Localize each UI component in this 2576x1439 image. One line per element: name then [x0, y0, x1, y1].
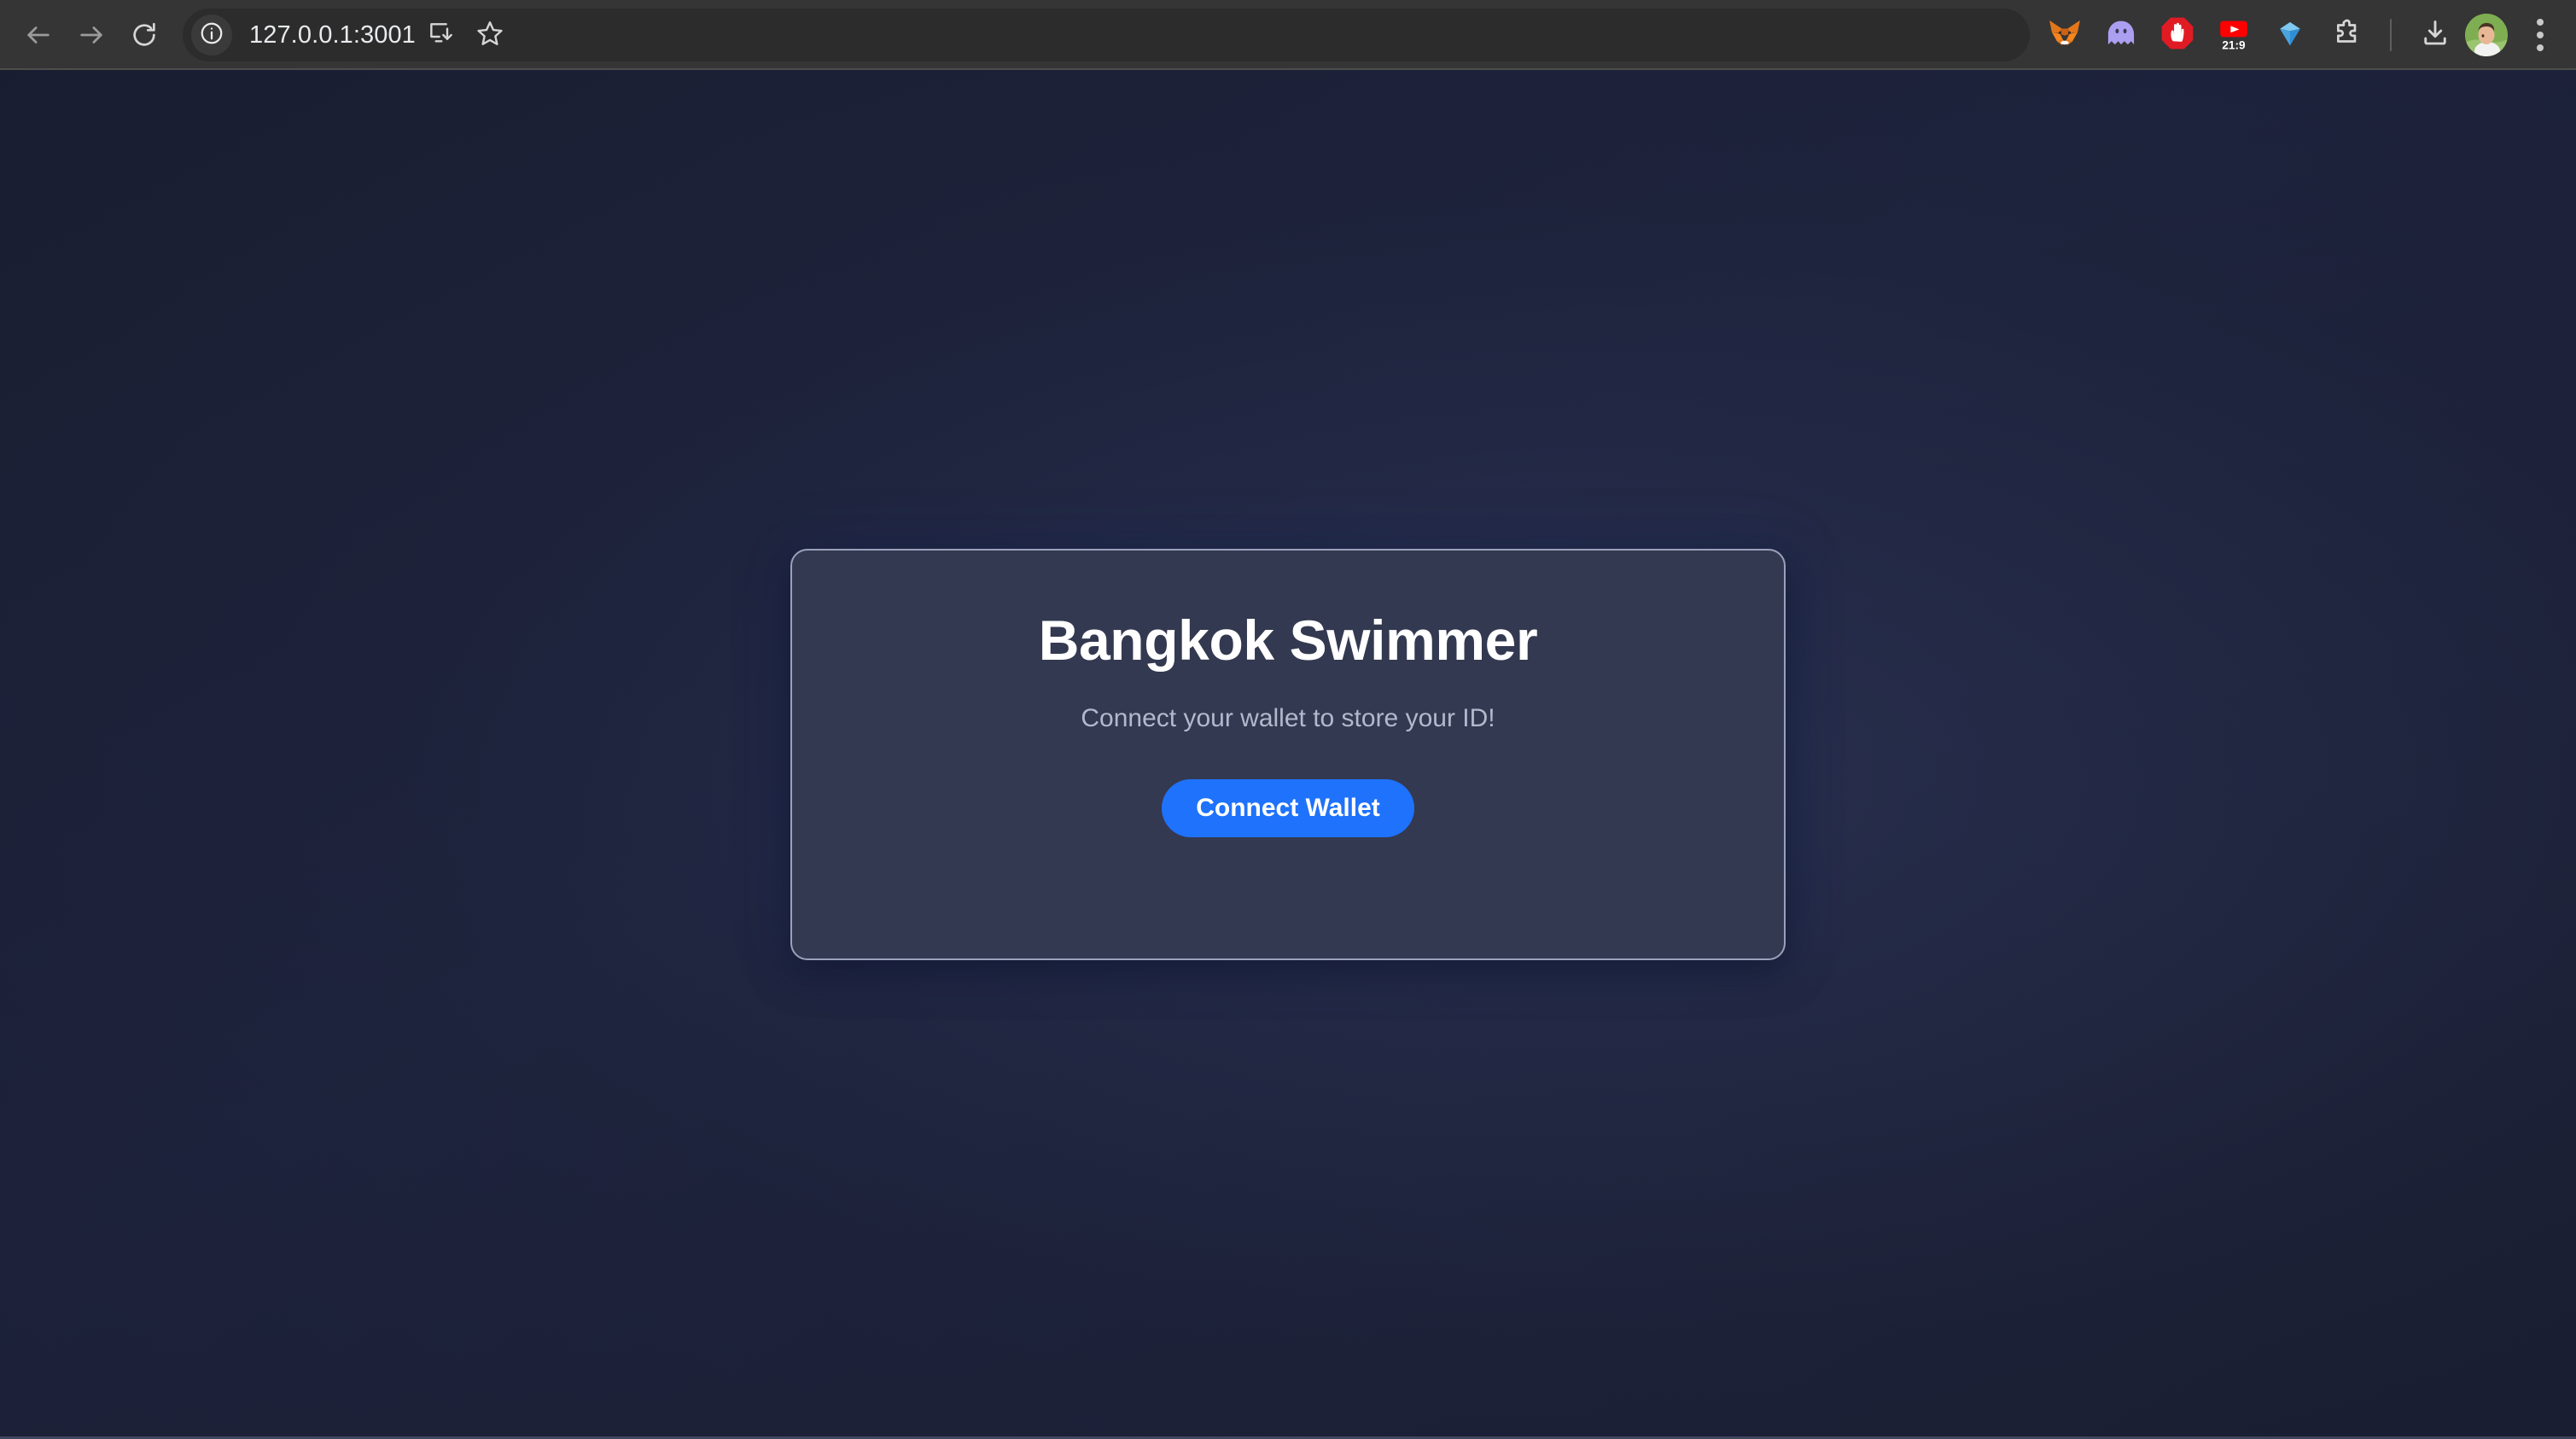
ublock-stop-hand-icon: [2159, 15, 2195, 55]
metamask-extension-button[interactable]: [2038, 9, 2091, 61]
puzzle-piece-icon: [2330, 17, 2363, 54]
reload-button[interactable]: [118, 9, 171, 61]
forward-button[interactable]: [65, 9, 118, 61]
install-app-button[interactable]: [416, 10, 465, 60]
downloads-button[interactable]: [2409, 9, 2462, 61]
browser-toolbar: 127.0.0.1:3001 21:9: [0, 0, 2576, 70]
svg-text:21:9: 21:9: [2222, 38, 2246, 51]
avatar: [2465, 14, 2508, 56]
star-outline-icon: [475, 19, 504, 52]
extensions-menu-button[interactable]: [2320, 9, 2373, 61]
reload-icon: [130, 20, 159, 50]
blue-diamond-icon: [2272, 15, 2308, 55]
install-app-icon: [427, 20, 454, 51]
page-title: Bangkok Swimmer: [1038, 609, 1538, 672]
address-bar-url[interactable]: 127.0.0.1:3001: [249, 21, 416, 50]
page-viewport: Bangkok Swimmer Connect your wallet to s…: [0, 70, 2576, 1439]
extensions-tray: 21:9: [2038, 9, 2564, 61]
profile-avatar-button[interactable]: [2465, 14, 2508, 56]
connect-wallet-button[interactable]: Connect Wallet: [1162, 779, 1414, 837]
kebab-menu-icon: [2537, 19, 2544, 26]
address-bar[interactable]: 127.0.0.1:3001: [183, 9, 2030, 61]
metamask-fox-icon: [2046, 15, 2084, 56]
back-button[interactable]: [12, 9, 65, 61]
info-circle-icon: [199, 20, 224, 50]
arrow-right-icon: [77, 20, 106, 50]
download-tray-icon: [2420, 18, 2451, 53]
arrow-left-icon: [24, 20, 53, 50]
bookmark-button[interactable]: [465, 10, 515, 60]
youtube-aspect-ratio-extension-button[interactable]: 21:9: [2207, 9, 2260, 61]
chrome-menu-button[interactable]: [2516, 9, 2564, 61]
phantom-ghost-icon: [2103, 15, 2139, 55]
diamond-extension-button[interactable]: [2264, 9, 2317, 61]
phantom-extension-button[interactable]: [2095, 9, 2148, 61]
youtube-play-icon: 21:9: [2214, 14, 2253, 57]
kebab-menu-icon: [2537, 32, 2544, 38]
ublock-origin-extension-button[interactable]: [2151, 9, 2204, 61]
card-subtitle: Connect your wallet to store your ID!: [1081, 704, 1495, 732]
connect-wallet-card: Bangkok Swimmer Connect your wallet to s…: [790, 549, 1786, 960]
site-info-button[interactable]: [191, 15, 232, 55]
kebab-menu-icon: [2537, 44, 2544, 51]
toolbar-divider: [2390, 19, 2392, 51]
address-bar-actions: [416, 10, 520, 60]
